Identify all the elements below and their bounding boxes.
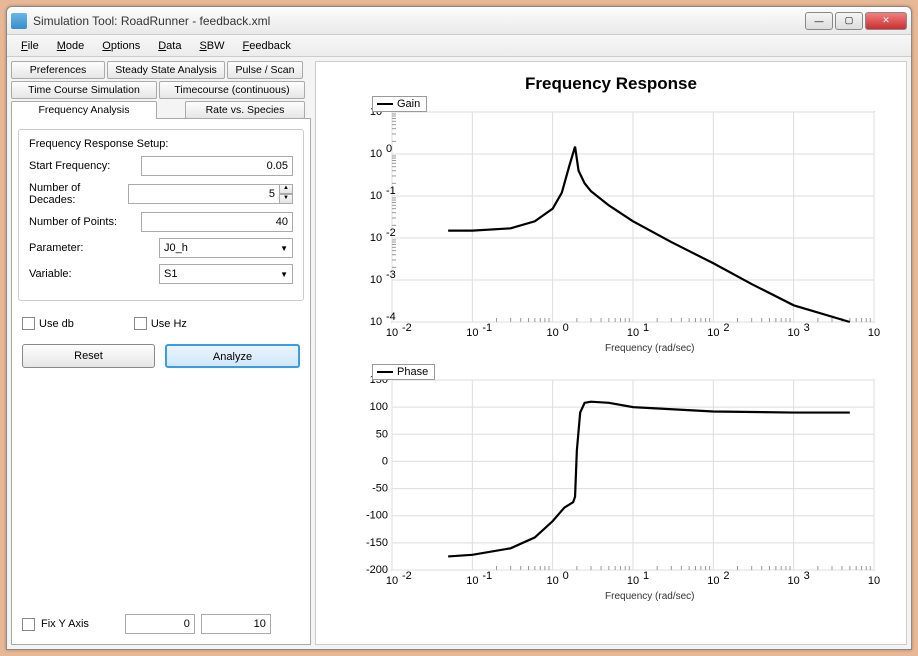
svg-text:-50: -50 [372,483,388,495]
start-freq-label: Start Frequency: [29,160,141,172]
decades-input[interactable] [128,184,280,204]
svg-text:10: 10 [386,327,398,339]
svg-text:1: 1 [643,322,649,334]
svg-text:-1: -1 [482,570,492,582]
reset-button[interactable]: Reset [22,344,155,368]
parameter-label: Parameter: [29,242,159,254]
menu-file[interactable]: File [13,38,47,54]
variable-label: Variable: [29,268,159,280]
svg-text:100: 100 [370,401,388,413]
svg-text:2: 2 [723,322,729,334]
svg-text:10: 10 [868,575,880,587]
phase-legend: Phase [372,364,435,380]
svg-text:2: 2 [723,570,729,582]
svg-text:10: 10 [547,575,559,587]
decades-label: Number of Decades: [29,182,128,206]
variable-combo[interactable]: S1 ▼ [159,264,293,284]
svg-text:10: 10 [370,190,382,202]
menu-feedback[interactable]: Feedback [235,38,299,54]
gain-legend: Gain [372,96,427,112]
fix-y-checkbox[interactable] [22,618,35,631]
phase-chart: Phase 10-210-1100101102103104-200-150-10… [364,370,888,600]
svg-text:10: 10 [370,274,382,286]
tab-timecourse-cont[interactable]: Timecourse (continuous) [159,81,305,99]
titlebar: Simulation Tool: RoadRunner - feedback.x… [7,7,911,35]
menu-sbw[interactable]: SBW [191,38,232,54]
svg-text:10: 10 [386,575,398,587]
analyze-button[interactable]: Analyze [165,344,300,368]
start-freq-input[interactable] [141,156,293,176]
tab-steady-state[interactable]: Steady State Analysis [107,61,225,79]
tab-frequency-analysis[interactable]: Frequency Analysis [11,101,157,119]
svg-text:3: 3 [804,322,810,334]
parameter-combo[interactable]: J0_h ▼ [159,238,293,258]
svg-text:10: 10 [547,327,559,339]
parameter-value: J0_h [164,242,188,254]
svg-text:10: 10 [788,575,800,587]
menu-data[interactable]: Data [150,38,189,54]
phase-xlabel: Frequency (rad/sec) [605,591,694,602]
svg-text:50: 50 [376,428,388,440]
svg-text:10: 10 [370,148,382,160]
svg-text:-2: -2 [402,322,412,334]
svg-text:-100: -100 [366,510,388,522]
window-title: Simulation Tool: RoadRunner - feedback.x… [33,14,805,28]
gain-chart: Gain 10-210-110010110210310410-410-310-2… [364,102,888,352]
tab-pulse-scan[interactable]: Pulse / Scan [227,61,303,79]
maximize-button[interactable]: ▢ [835,12,863,30]
svg-text:10: 10 [868,327,880,339]
points-label: Number of Points: [29,216,141,228]
svg-text:10: 10 [466,575,478,587]
svg-text:-2: -2 [402,570,412,582]
decades-spin-down[interactable]: ▼ [279,194,293,204]
tab-preferences[interactable]: Preferences [11,61,105,79]
gain-xlabel: Frequency (rad/sec) [605,343,694,354]
svg-text:10: 10 [627,575,639,587]
menu-options[interactable]: Options [94,38,148,54]
svg-text:1: 1 [643,570,649,582]
fix-y-min-input[interactable] [125,614,195,634]
use-db-checkbox[interactable] [22,317,35,330]
svg-text:-200: -200 [366,564,388,576]
chart-title: Frequency Response [324,74,898,94]
use-db-label: Use db [39,318,74,330]
points-input[interactable] [141,212,293,232]
svg-text:3: 3 [804,570,810,582]
app-icon [11,13,27,29]
svg-text:10: 10 [627,327,639,339]
svg-text:-1: -1 [482,322,492,334]
svg-text:0: 0 [563,570,569,582]
menubar: File Mode Options Data SBW Feedback [7,35,911,57]
svg-text:10: 10 [788,327,800,339]
variable-value: S1 [164,268,177,280]
tab-rate-vs-species[interactable]: Rate vs. Species [185,101,305,119]
svg-text:10: 10 [370,232,382,244]
fix-y-max-input[interactable] [201,614,271,634]
svg-text:-1: -1 [386,185,396,197]
menu-mode[interactable]: Mode [49,38,93,54]
fix-y-label: Fix Y Axis [41,618,89,630]
tab-timecourse-sim[interactable]: Time Course Simulation [11,81,157,99]
use-hz-checkbox[interactable] [134,317,147,330]
svg-text:-3: -3 [386,269,396,281]
svg-text:-4: -4 [386,311,396,323]
close-button[interactable]: ✕ [865,12,907,30]
setup-legend: Frequency Response Setup: [29,138,293,150]
svg-text:10: 10 [370,316,382,328]
decades-spin-up[interactable]: ▲ [279,184,293,194]
svg-text:10: 10 [707,327,719,339]
svg-text:10: 10 [707,575,719,587]
chevron-down-icon: ▼ [280,270,288,279]
svg-text:0: 0 [386,143,392,155]
svg-text:-150: -150 [366,537,388,549]
svg-text:0: 0 [563,322,569,334]
chevron-down-icon: ▼ [280,244,288,253]
minimize-button[interactable]: — [805,12,833,30]
use-hz-label: Use Hz [151,318,187,330]
svg-text:0: 0 [382,455,388,467]
svg-text:10: 10 [466,327,478,339]
svg-text:-2: -2 [386,227,396,239]
